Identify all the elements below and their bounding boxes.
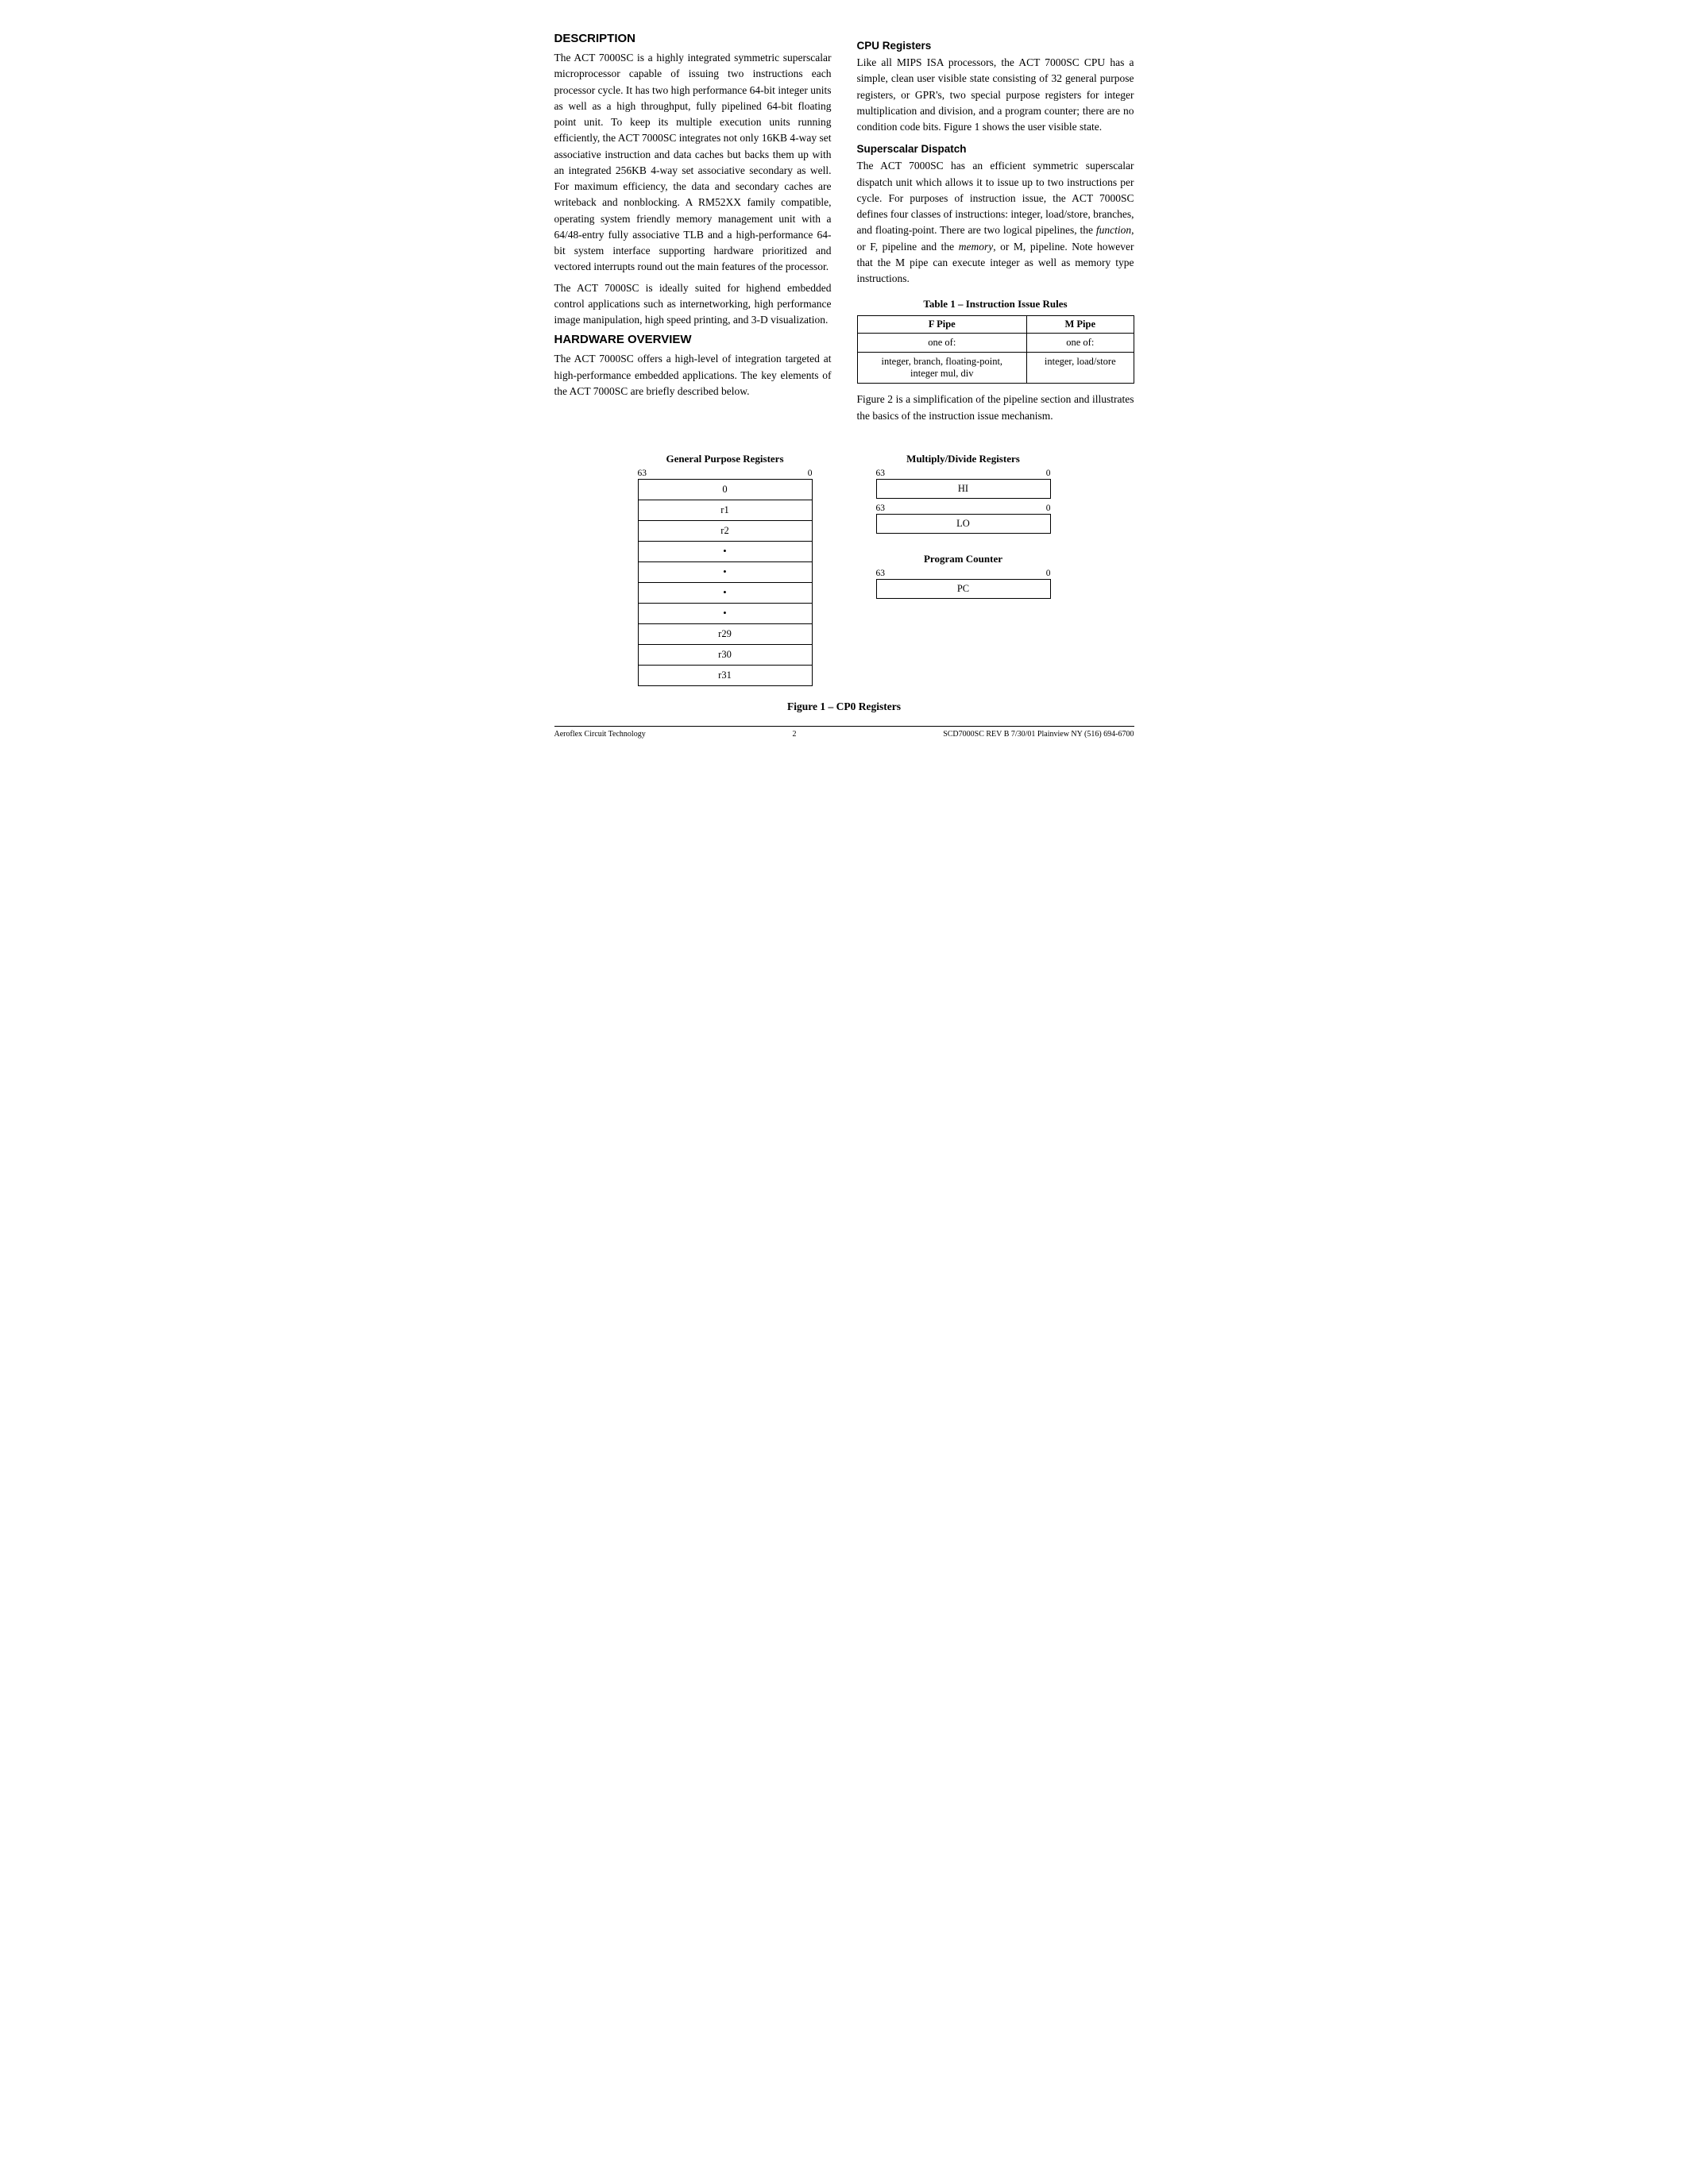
gpr-row: • (638, 582, 812, 603)
figure-area: General Purpose Registers 63 0 0r1r2••••… (554, 453, 1134, 686)
figure-caption: Figure 1 – CP0 Registers (554, 700, 1134, 713)
table-header-fpipe: F Pipe (857, 316, 1027, 334)
right-column: CPU Registers Like all MIPS ISA processo… (857, 32, 1134, 429)
cpu-registers-title: CPU Registers (857, 40, 1134, 52)
gpr-cell: r30 (638, 644, 812, 665)
gpr-bit-labels: 63 0 (638, 469, 813, 478)
footer-left: Aeroflex Circuit Technology (554, 730, 646, 739)
table-cell-fpipe-oneof: one of: (857, 334, 1027, 353)
multiply-divide-group: Multiply/Divide Registers 63 0 HI 63 0 L… (876, 453, 1051, 534)
lo-register: LO (876, 514, 1051, 534)
superscalar-dispatch-title: Superscalar Dispatch (857, 143, 1134, 155)
program-counter-group: Program Counter 63 0 PC (876, 553, 1051, 599)
left-column: DESCRIPTION The ACT 7000SC is a highly i… (554, 32, 832, 429)
lo-bit-high: 63 (876, 504, 886, 513)
hi-bit-labels: 63 0 (876, 469, 1051, 478)
pc-bit-low: 0 (1046, 569, 1051, 578)
lo-bit-labels: 63 0 (876, 504, 1051, 513)
footer: Aeroflex Circuit Technology 2 SCD7000SC … (554, 726, 1134, 739)
gpr-cell: • (638, 561, 812, 582)
gpr-row: r29 (638, 623, 812, 644)
pc-register: PC (876, 579, 1051, 599)
lo-bit-low: 0 (1046, 504, 1051, 513)
gpr-row: r30 (638, 644, 812, 665)
multiply-divide-title: Multiply/Divide Registers (906, 453, 1020, 465)
gpr-row: • (638, 541, 812, 561)
hardware-overview-title: HARDWARE OVERVIEW (554, 333, 832, 346)
table-header-mpipe: M Pipe (1027, 316, 1134, 334)
gpr-bit-low: 0 (808, 469, 813, 478)
gpr-row: • (638, 603, 812, 623)
table1-title: Table 1 – Instruction Issue Rules (857, 298, 1134, 311)
hi-register: HI (876, 479, 1051, 499)
gpr-cell: 0 (638, 479, 812, 500)
gpr-cell: • (638, 541, 812, 561)
two-column-section: DESCRIPTION The ACT 7000SC is a highly i… (554, 32, 1134, 429)
figure2-note: Figure 2 is a simplification of the pipe… (857, 392, 1134, 424)
gpr-row: 0 (638, 479, 812, 500)
gpr-row: r2 (638, 520, 812, 541)
pc-bit-labels: 63 0 (876, 569, 1051, 578)
description-title: DESCRIPTION (554, 32, 832, 45)
table-cell-mpipe-instructions: integer, load/store (1027, 353, 1134, 384)
gpr-cell: r2 (638, 520, 812, 541)
table-cell-mpipe-oneof: one of: (1027, 334, 1134, 353)
gpr-row: • (638, 561, 812, 582)
gpr-cell: • (638, 582, 812, 603)
gpr-cell: r31 (638, 665, 812, 685)
gpr-row: r1 (638, 500, 812, 520)
gpr-table: 0r1r2••••r29r30r31 (638, 479, 813, 686)
issue-rules-table: F Pipe M Pipe one of: one of: integer, b… (857, 315, 1134, 384)
footer-right: SCD7000SC REV B 7/30/01 Plainview NY (51… (943, 730, 1134, 739)
gpr-title: General Purpose Registers (666, 453, 783, 465)
gpr-group: General Purpose Registers 63 0 0r1r2••••… (638, 453, 813, 686)
program-counter-title: Program Counter (924, 553, 1002, 565)
gpr-cell: r29 (638, 623, 812, 644)
table-row: integer, branch, floating-point,integer … (857, 353, 1134, 384)
gpr-cell: • (638, 603, 812, 623)
page: DESCRIPTION The ACT 7000SC is a highly i… (554, 32, 1134, 739)
hi-bit-low: 0 (1046, 469, 1051, 478)
gpr-cell: r1 (638, 500, 812, 520)
footer-center: 2 (792, 730, 796, 739)
pc-bit-high: 63 (876, 569, 886, 578)
cpu-registers-para: Like all MIPS ISA processors, the ACT 70… (857, 55, 1134, 135)
gpr-bit-high: 63 (638, 469, 647, 478)
gpr-row: r31 (638, 665, 812, 685)
hardware-overview-para: The ACT 7000SC offers a high-level of in… (554, 351, 832, 399)
table-cell-fpipe-instructions: integer, branch, floating-point,integer … (857, 353, 1027, 384)
description-para-1: The ACT 7000SC is a highly integrated sy… (554, 50, 832, 276)
hi-bit-high: 63 (876, 469, 886, 478)
table-row: one of: one of: (857, 334, 1134, 353)
superscalar-dispatch-para: The ACT 7000SC has an efficient symmetri… (857, 158, 1134, 287)
description-para-2: The ACT 7000SC is ideally suited for hig… (554, 280, 832, 329)
right-registers: Multiply/Divide Registers 63 0 HI 63 0 L… (876, 453, 1051, 599)
